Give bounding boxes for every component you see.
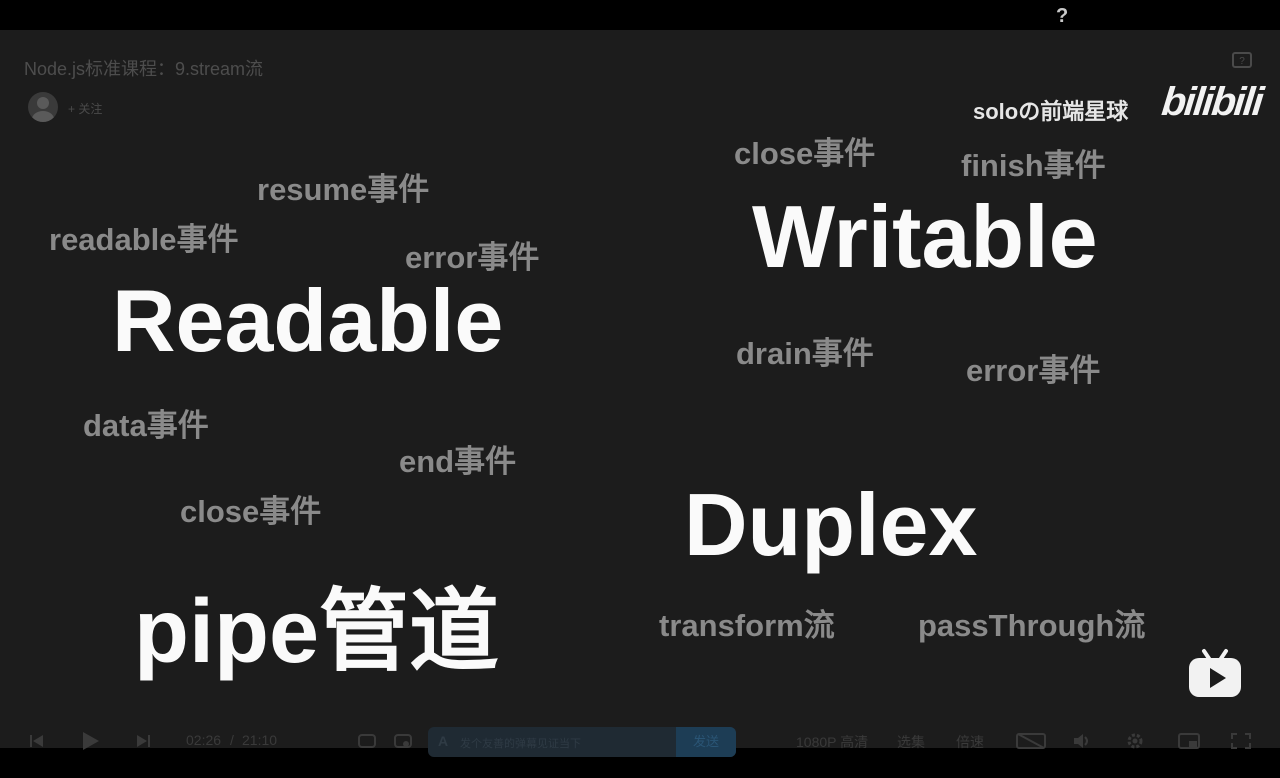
event-close-readable: close事件 <box>180 494 322 529</box>
question-mark-icon[interactable]: ? <box>1056 5 1068 28</box>
danmaku-toggle-icon[interactable] <box>358 732 376 750</box>
subtitle-icon[interactable] <box>1016 732 1046 750</box>
avatar[interactable] <box>28 92 58 122</box>
bilibili-tv-icon[interactable] <box>1188 648 1242 698</box>
heading-duplex: Duplex <box>684 475 978 574</box>
watermark-author: soloの前端星球 <box>973 99 1129 124</box>
event-close-writable: close事件 <box>734 136 876 171</box>
fullscreen-icon[interactable] <box>1230 732 1252 750</box>
follow-button[interactable]: + 关注 <box>68 100 102 117</box>
current-time: 02:26 <box>186 732 222 748</box>
report-icon[interactable]: ? <box>1232 52 1252 68</box>
picture-in-picture-icon[interactable] <box>1178 732 1200 750</box>
send-button[interactable]: 发送 <box>676 727 736 757</box>
skip-next-icon[interactable] <box>134 732 152 750</box>
speed-button[interactable]: 倍速 <box>956 732 984 752</box>
episodes-button[interactable]: 选集 <box>897 732 925 752</box>
duration: 21:10 <box>242 732 278 748</box>
event-data: data事件 <box>83 408 209 443</box>
event-finish: finish事件 <box>961 148 1106 183</box>
time-separator: / <box>230 732 234 748</box>
gear-icon[interactable] <box>1126 732 1144 750</box>
event-error-writable: error事件 <box>966 353 1101 388</box>
volume-icon[interactable] <box>1072 732 1090 750</box>
event-error-readable: error事件 <box>405 240 540 275</box>
video-frame[interactable]: Node.js标准课程：9.stream流 + 关注 ? soloの前端星球 b… <box>0 30 1280 748</box>
variant-transform: transform流 <box>659 608 835 643</box>
play-icon[interactable] <box>80 731 100 751</box>
event-readable: readable事件 <box>49 222 239 257</box>
heading-writable: Writable <box>752 187 1098 286</box>
skip-previous-icon[interactable] <box>28 732 46 750</box>
danmaku-input[interactable]: A 发个友善的弹幕见证当下 发送 <box>428 727 736 757</box>
quality-selector[interactable]: 1080P 高清 <box>796 732 868 752</box>
heading-readable: Readable <box>112 271 504 370</box>
danmaku-style-icon[interactable]: A <box>438 733 448 749</box>
video-title: Node.js标准课程：9.stream流 <box>24 59 264 79</box>
event-drain: drain事件 <box>736 336 874 371</box>
danmaku-settings-icon[interactable] <box>394 732 412 750</box>
event-end: end事件 <box>399 444 517 479</box>
variant-passthrough: passThrough流 <box>918 608 1146 643</box>
top-bar: ? <box>0 0 1280 30</box>
heading-pipe: pipe管道 <box>134 582 500 682</box>
event-resume: resume事件 <box>257 172 430 207</box>
watermark-brand-logo: bilibili <box>1159 80 1264 124</box>
danmaku-placeholder: 发个友善的弹幕见证当下 <box>460 738 581 750</box>
